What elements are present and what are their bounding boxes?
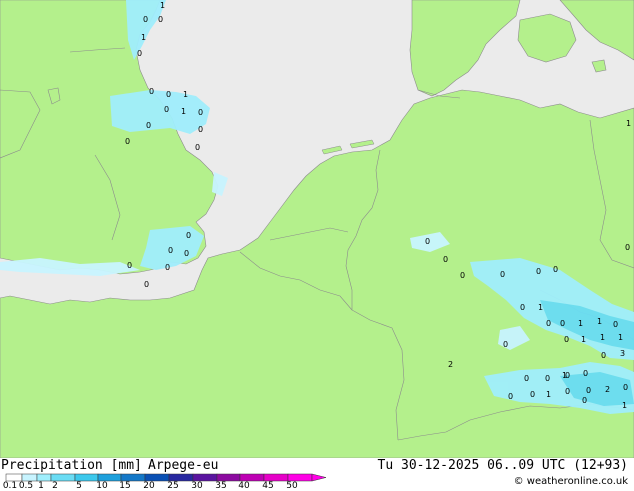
value-label: 0 bbox=[146, 121, 151, 130]
value-label: 2 bbox=[605, 385, 610, 394]
value-label: 0 bbox=[143, 15, 148, 24]
value-label: 0 bbox=[530, 390, 535, 399]
value-label: 0 bbox=[166, 90, 171, 99]
value-label: 0 bbox=[127, 261, 132, 270]
value-label: 0 bbox=[158, 15, 163, 24]
credit-text: © weatheronline.co.uk bbox=[513, 476, 628, 487]
value-label: 0 bbox=[195, 143, 200, 152]
value-label: 0 bbox=[524, 374, 529, 383]
value-label: 2 bbox=[448, 360, 453, 369]
value-label: 0 bbox=[623, 383, 628, 392]
value-label: 0 bbox=[545, 374, 550, 383]
value-label: 1 bbox=[538, 303, 543, 312]
value-label: 0 bbox=[425, 237, 430, 246]
value-label: 0 bbox=[560, 319, 565, 328]
map-canvas: 1 0 0 1 0 0 1 0 1 0 0 0 0 0 0 0 0 0 0 0 … bbox=[0, 0, 634, 458]
value-label: 1 bbox=[183, 90, 188, 99]
value-label: 0 bbox=[500, 270, 505, 279]
value-label: 0 bbox=[625, 243, 630, 252]
legend-swatch bbox=[263, 473, 289, 482]
legend-swatch bbox=[287, 473, 313, 482]
value-label: 0 bbox=[184, 249, 189, 258]
valid-time: Tu 30-12-2025 06..09 UTC (12+93) bbox=[377, 458, 628, 473]
value-label: 0 bbox=[613, 320, 618, 329]
value-label: 0 bbox=[144, 280, 149, 289]
value-label: 0 bbox=[198, 125, 203, 134]
value-label: 3 bbox=[620, 349, 625, 358]
value-label: 1 bbox=[626, 119, 631, 128]
map-footer: Precipitation [mm] Arpege-eu Tu 30-12-20… bbox=[0, 458, 634, 491]
value-label: 0 bbox=[546, 319, 551, 328]
model-name: Arpege-eu bbox=[148, 458, 219, 473]
value-label: 0 bbox=[564, 335, 569, 344]
value-label: 0 bbox=[443, 255, 448, 264]
value-label: 0 bbox=[601, 351, 606, 360]
legend-arrow bbox=[311, 473, 327, 482]
legend-swatch bbox=[239, 473, 265, 482]
legend-swatch bbox=[74, 473, 99, 482]
value-label: 0 bbox=[553, 265, 558, 274]
value-label: 0 bbox=[565, 387, 570, 396]
value-label: 1 bbox=[578, 319, 583, 328]
value-label: 1 bbox=[597, 317, 602, 326]
value-label: 1 bbox=[546, 390, 551, 399]
precipitation-map: 1 0 0 1 0 0 1 0 1 0 0 0 0 0 0 0 0 0 0 0 … bbox=[0, 0, 634, 458]
value-label: 1 bbox=[622, 401, 627, 410]
value-label: 0 bbox=[137, 49, 142, 58]
legend-swatch bbox=[97, 473, 122, 482]
value-label: 0 bbox=[583, 369, 588, 378]
value-label: 0 bbox=[186, 231, 191, 240]
value-label: 0 bbox=[536, 267, 541, 276]
map-title: Precipitation [mm] bbox=[1, 458, 142, 473]
value-label: 1 bbox=[181, 107, 186, 116]
value-label: 0 bbox=[149, 87, 154, 96]
value-label: 0 bbox=[582, 396, 587, 405]
legend-swatch bbox=[216, 473, 241, 482]
value-label: 0 bbox=[198, 108, 203, 117]
legend-swatch bbox=[50, 473, 76, 482]
legend-swatch bbox=[120, 473, 146, 482]
value-label: 0 bbox=[165, 263, 170, 272]
value-label: 0 bbox=[508, 392, 513, 401]
value-label: 1 bbox=[562, 371, 567, 380]
value-label: 0 bbox=[503, 340, 508, 349]
value-label: 0 bbox=[164, 105, 169, 114]
value-label: 1 bbox=[141, 33, 146, 42]
legend-swatch bbox=[192, 473, 218, 482]
legend-swatch bbox=[21, 473, 38, 482]
value-label: 0 bbox=[520, 303, 525, 312]
value-label: 0 bbox=[460, 271, 465, 280]
legend-swatch bbox=[144, 473, 170, 482]
value-label: 1 bbox=[581, 335, 586, 344]
value-label: 1 bbox=[600, 333, 605, 342]
value-label: 1 bbox=[160, 1, 165, 10]
value-label: 0 bbox=[125, 137, 130, 146]
value-label: 0 bbox=[168, 246, 173, 255]
legend-swatch bbox=[5, 473, 23, 482]
legend-swatch bbox=[168, 473, 194, 482]
value-label: 1 bbox=[618, 333, 623, 342]
value-label: 0 bbox=[586, 386, 591, 395]
legend-swatch bbox=[36, 473, 52, 482]
